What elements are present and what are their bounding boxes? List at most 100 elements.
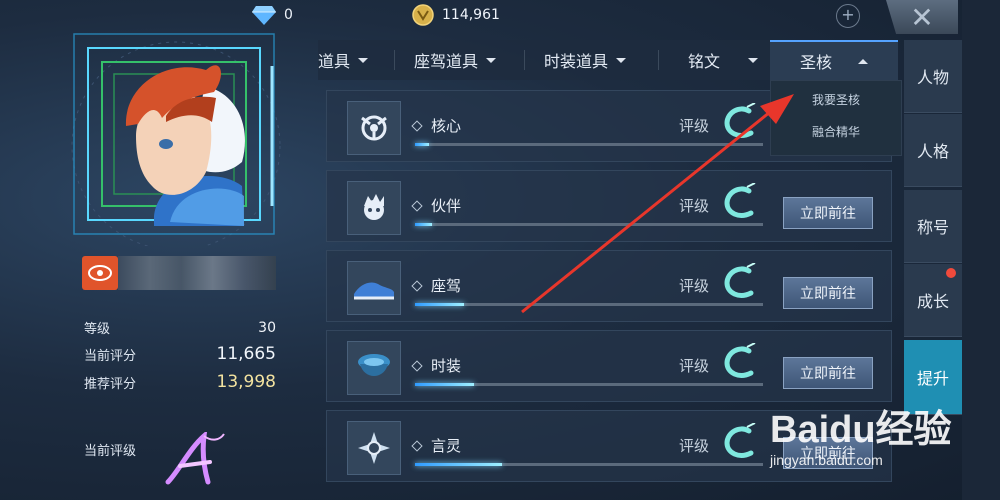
- row-title: 伙伴: [431, 197, 462, 215]
- go-now-button[interactable]: 立即前往: [783, 197, 873, 229]
- progress-track: [415, 223, 763, 226]
- row-title: 座驾: [431, 277, 462, 295]
- row-label: 座驾: [411, 275, 462, 296]
- tab-items[interactable]: 道具: [318, 40, 369, 80]
- go-now-button[interactable]: 立即前往: [783, 277, 873, 309]
- nav-label: 人物: [916, 68, 949, 87]
- rate-label: 评级: [679, 437, 710, 455]
- list-item: 伙伴 评级 立即前往: [326, 170, 892, 242]
- tab-mount-items[interactable]: 座驾道具: [414, 40, 497, 80]
- close-button[interactable]: ✕: [886, 0, 958, 34]
- row-label: 言灵: [411, 435, 462, 456]
- bullet-icon: [411, 359, 423, 372]
- caret-down-icon: [486, 57, 497, 63]
- progress-track: [415, 463, 763, 466]
- tab-label: 道具: [318, 52, 351, 71]
- watermark-url: jingyan.baidu.com: [770, 452, 883, 468]
- partner-icon: [347, 181, 401, 235]
- progress-fill: [415, 463, 502, 466]
- grade-a-icon: [165, 432, 225, 485]
- side-nav: 人物 人格 称号 成长 提升: [904, 40, 962, 460]
- tab-divider: [524, 50, 525, 70]
- progress-track: [415, 303, 763, 306]
- row-title: 核心: [431, 117, 462, 135]
- rank-badge-icon: [82, 256, 118, 290]
- row-title: 时装: [431, 357, 462, 375]
- tab-label: 铭文: [688, 52, 721, 71]
- tab-label: 时装道具: [544, 52, 609, 71]
- tab-divider: [658, 50, 659, 70]
- nav-label: 提升: [916, 369, 949, 388]
- tab-divider: [394, 50, 395, 70]
- add-currency-button[interactable]: +: [836, 4, 860, 28]
- progress-fill: [415, 223, 433, 226]
- grade-c-icon: [724, 103, 756, 138]
- rate-label: 评级: [679, 277, 710, 295]
- player-name-blurred: [118, 256, 276, 290]
- row-title: 言灵: [431, 437, 462, 455]
- grade-c-icon: [724, 423, 756, 458]
- row-label: 伙伴: [411, 195, 462, 216]
- tab-holy-core[interactable]: 圣核: [770, 40, 898, 80]
- list-item: 座驾 评级 立即前往: [326, 250, 892, 322]
- core-icon: [347, 101, 401, 155]
- stat-level: 等级 30: [84, 318, 276, 338]
- stat-label: 等级: [84, 322, 111, 337]
- coin-icon: [412, 4, 434, 26]
- nav-label: 成长: [916, 292, 949, 311]
- caret-down-icon: [616, 57, 627, 63]
- progress-fill: [415, 383, 475, 386]
- baidu-watermark: Baidu经验 jingyan.baidu.com: [770, 398, 998, 498]
- caret-up-icon: [858, 58, 868, 64]
- progress-fill: [415, 303, 464, 306]
- tab-inscription[interactable]: 铭文: [688, 40, 759, 80]
- nav-character[interactable]: 人物: [904, 40, 962, 113]
- avatar: [125, 65, 245, 226]
- dropdown-item-get-core[interactable]: 我要圣核: [771, 91, 901, 108]
- row-label: 时装: [411, 355, 462, 376]
- diamond-icon: [252, 6, 276, 25]
- costume-hat-icon: [347, 341, 401, 395]
- current-grade-label: 当前评级: [84, 444, 137, 459]
- holy-core-dropdown: 我要圣核 融合精华: [770, 80, 902, 156]
- bullet-icon: [411, 199, 423, 212]
- tab-label: 座驾道具: [414, 52, 479, 71]
- rate-label: 评级: [679, 357, 710, 375]
- dropdown-item-fusion-essence[interactable]: 融合精华: [771, 123, 901, 140]
- row-label: 核心: [411, 115, 462, 136]
- gem-count: 0: [284, 7, 293, 23]
- grade-c-icon: [724, 263, 756, 298]
- mount-shoe-icon: [347, 261, 401, 315]
- stat-value: 13,998: [216, 372, 276, 392]
- avatar-frame: [71, 33, 281, 246]
- stat-value: 11,665: [216, 344, 276, 364]
- bullet-icon: [411, 279, 423, 292]
- grade-c-icon: [724, 343, 756, 378]
- nav-label: 人格: [916, 142, 949, 161]
- category-tabs: 道具 座驾道具 时装道具 铭文 圣核: [318, 40, 898, 80]
- nav-label: 称号: [916, 218, 949, 237]
- list-item: 时装 评级 立即前往: [326, 330, 892, 402]
- stat-current-score: 当前评分 11,665: [84, 344, 276, 364]
- grade-c-icon: [724, 183, 756, 218]
- nav-personality[interactable]: 人格: [904, 114, 962, 187]
- notification-dot: [946, 268, 956, 278]
- watermark-logo: Baidu经验: [770, 409, 952, 451]
- progress-fill: [415, 143, 429, 146]
- go-now-button[interactable]: 立即前往: [783, 357, 873, 389]
- coin-count: 114,961: [442, 7, 500, 23]
- rate-label: 评级: [679, 197, 710, 215]
- nav-title[interactable]: 称号: [904, 190, 962, 263]
- caret-down-icon: [358, 57, 369, 63]
- caret-down-icon: [748, 57, 759, 63]
- tab-costume-items[interactable]: 时装道具: [544, 40, 627, 80]
- stat-label: 推荐评分: [84, 376, 137, 392]
- gem-currency: 0: [252, 4, 293, 26]
- bullet-icon: [411, 119, 423, 132]
- progress-track: [415, 383, 763, 386]
- spirit-star-icon: [347, 421, 401, 475]
- rate-label: 评级: [679, 117, 710, 135]
- close-icon: ✕: [910, 0, 934, 34]
- progress-track: [415, 143, 763, 146]
- stat-label: 当前评分: [84, 348, 137, 364]
